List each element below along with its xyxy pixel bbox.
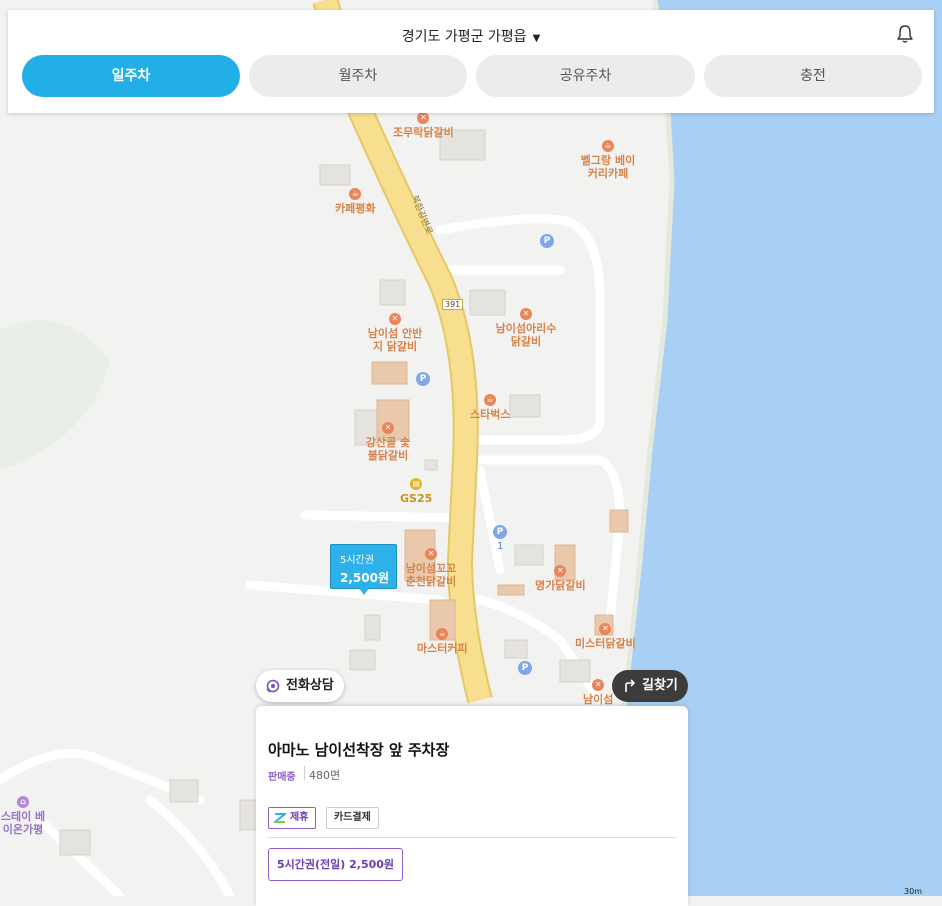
divider bbox=[304, 766, 305, 780]
parking-pin-icon[interactable]: P bbox=[540, 234, 554, 248]
tab-daily-parking[interactable]: 일주차 bbox=[22, 55, 240, 97]
poi-restaurant[interactable]: ✕ 남이섬꼬꼬 춘천닭갈비 bbox=[404, 548, 458, 588]
parking-lot-title: 아마노 남이선착장 앞 주차장 bbox=[268, 741, 450, 759]
poi-restaurant[interactable]: ✕ 조무락닭갈비 bbox=[393, 112, 454, 139]
restaurant-icon: ✕ bbox=[520, 308, 532, 320]
partner-logo-icon bbox=[274, 812, 286, 824]
partner-tag-label: 제휴 bbox=[290, 812, 309, 823]
bell-icon[interactable] bbox=[896, 24, 914, 44]
poi-restaurant[interactable]: ✕ 남이섬 bbox=[583, 679, 613, 706]
directions-label: 길찾기 bbox=[642, 678, 678, 693]
cafe-icon: ☕ bbox=[436, 628, 449, 640]
sale-status-badge: 판매중 bbox=[268, 772, 296, 783]
ticket-option-button[interactable]: 5시간권(전일) 2,500원 bbox=[268, 848, 404, 881]
poi-restaurant[interactable]: ✕ 강산골 숯불닭갈비 bbox=[362, 422, 414, 462]
convenience-store-icon: ▤ bbox=[410, 478, 423, 490]
parking-price-marker[interactable]: 5시간권 2,500원 bbox=[330, 544, 397, 595]
parking-pin-count: 1 bbox=[497, 541, 504, 552]
parking-spaces-count: 480면 bbox=[309, 769, 341, 782]
restaurant-icon: ✕ bbox=[382, 422, 394, 434]
poi-cafe[interactable]: ☕ 스타벅스 bbox=[470, 394, 510, 421]
divider bbox=[268, 837, 676, 838]
map-scale: 30m bbox=[904, 887, 922, 896]
tab-monthly-parking[interactable]: 월주차 bbox=[249, 55, 467, 97]
tab-charging[interactable]: 충전 bbox=[704, 55, 922, 97]
turn-right-arrow-icon bbox=[625, 679, 636, 692]
poi-restaurant[interactable]: ✕ 미스터닭갈비 bbox=[575, 623, 636, 650]
restaurant-icon: ✕ bbox=[389, 313, 401, 325]
poi-cafe[interactable]: ☕ 마스터커피 bbox=[417, 628, 468, 655]
top-header: 경기도 가평군 가평읍 ▼ 일주차 월주차 공유주차 충전 bbox=[8, 10, 934, 113]
caret-down-icon: ▼ bbox=[532, 33, 541, 44]
poi-restaurant[interactable]: ✕ 남이섬아리수 닭갈비 bbox=[495, 308, 557, 348]
poi-cafe[interactable]: ☕ 벨그랑 베이커리카페 bbox=[578, 140, 638, 180]
restaurant-icon: ✕ bbox=[599, 623, 612, 635]
restaurant-icon: ✕ bbox=[592, 679, 605, 691]
poi-restaurant[interactable]: ✕ 남이섬 안반지 닭갈비 bbox=[363, 313, 427, 353]
card-payment-tag: 카드결제 bbox=[326, 807, 379, 829]
poi-restaurant[interactable]: ✕ 명가닭갈비 bbox=[535, 565, 586, 592]
route-number-badge: 391 bbox=[442, 299, 464, 310]
directions-button[interactable]: 길찾기 bbox=[612, 670, 688, 702]
poi-lodging[interactable]: ⌂ 스테이 베이온가평 bbox=[0, 796, 46, 836]
region-selector[interactable]: 경기도 가평군 가평읍 ▼ bbox=[8, 26, 934, 46]
restaurant-icon: ✕ bbox=[417, 112, 430, 124]
restaurant-icon: ✕ bbox=[425, 548, 437, 560]
phone-headset-icon bbox=[266, 679, 280, 693]
cafe-icon: ☕ bbox=[602, 140, 614, 152]
partner-tag: 제휴 bbox=[268, 807, 317, 829]
parking-pin-icon[interactable]: P bbox=[416, 372, 430, 386]
phone-consult-label: 전화상담 bbox=[286, 678, 334, 693]
marker-ticket-label: 5시간권 bbox=[340, 555, 374, 566]
cafe-icon: ☕ bbox=[484, 394, 497, 406]
cafe-icon: ☕ bbox=[349, 188, 362, 200]
lodging-icon: ⌂ bbox=[17, 796, 29, 808]
parking-lot-card[interactable]: 아마노 남이선착장 앞 주차장 판매중 480면 제휴 카드결제 5시간권(전일… bbox=[256, 706, 688, 906]
marker-price: 2,500원 bbox=[340, 571, 389, 585]
parking-pin-icon[interactable]: P bbox=[518, 661, 532, 675]
tab-shared-parking[interactable]: 공유주차 bbox=[476, 55, 695, 97]
restaurant-icon: ✕ bbox=[554, 565, 567, 577]
poi-convenience-store[interactable]: ▤ GS25 bbox=[400, 478, 432, 505]
poi-cafe[interactable]: ☕ 카페평화 bbox=[335, 188, 375, 215]
phone-consult-button[interactable]: 전화상담 bbox=[256, 670, 344, 702]
region-label: 경기도 가평군 가평읍 bbox=[401, 29, 527, 45]
parking-pin-icon[interactable]: P bbox=[493, 525, 507, 539]
